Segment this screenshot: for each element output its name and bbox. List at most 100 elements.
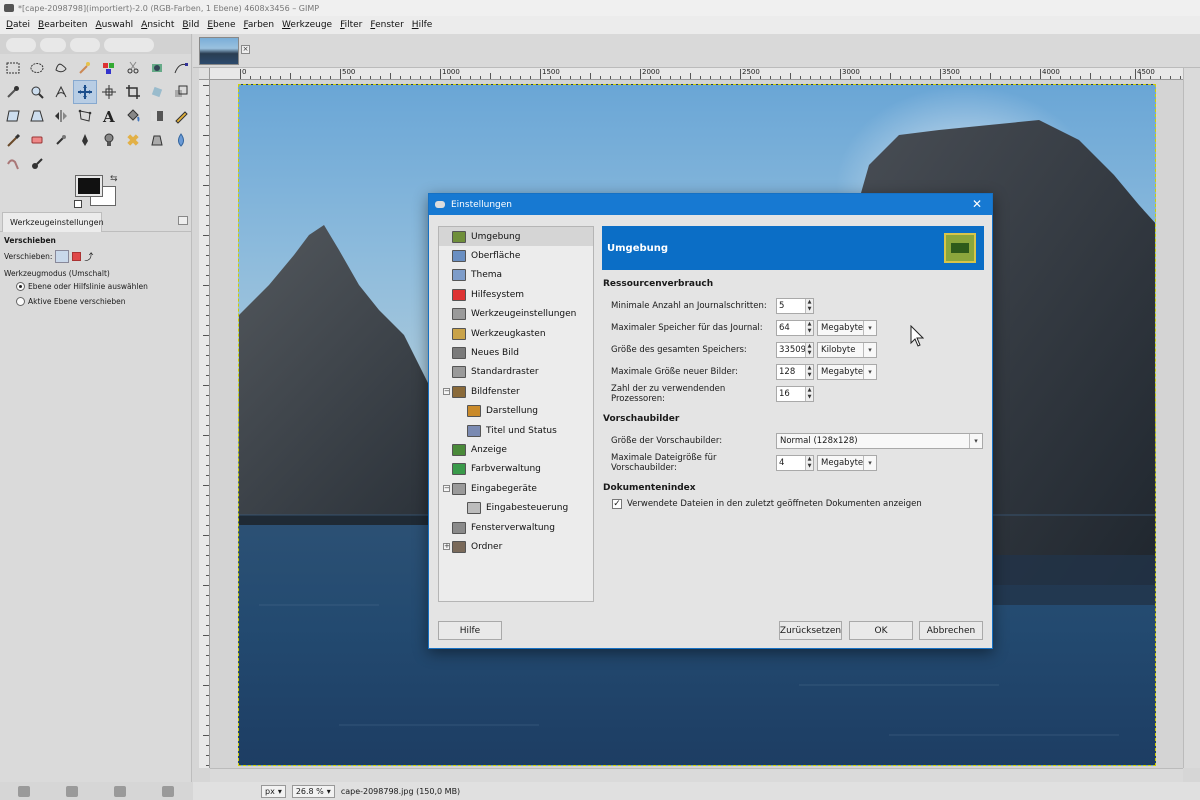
category-item[interactable]: Anzeige	[439, 440, 593, 459]
clone-icon[interactable]	[97, 128, 121, 152]
blur-icon[interactable]	[169, 128, 193, 152]
restore-options-icon[interactable]	[66, 785, 78, 797]
field-spinner[interactable]: 64 ▲ ▼	[776, 320, 814, 336]
menu-ansicht[interactable]: Ansicht	[137, 20, 178, 30]
reset-options-icon[interactable]	[162, 785, 174, 797]
menu-auswahl[interactable]: Auswahl	[92, 20, 138, 30]
category-item[interactable]: Eingabesteuerung	[439, 498, 593, 517]
help-button[interactable]: Hilfe	[438, 621, 502, 640]
spinner-arrows-icon[interactable]: ▲ ▼	[805, 365, 813, 379]
fuzzy-select-icon[interactable]	[73, 56, 97, 80]
color-picker-icon[interactable]	[1, 80, 25, 104]
rect-select-icon[interactable]	[1, 56, 25, 80]
preview-filesize-unit-select[interactable]: Megabyte ▾	[817, 455, 877, 471]
category-item[interactable]: − Eingabegeräte	[439, 479, 593, 498]
text-icon[interactable]: A	[97, 104, 121, 128]
reset-button[interactable]: Zurücksetzen	[779, 621, 842, 640]
field-spinner[interactable]: 5 ▲ ▼	[776, 298, 814, 314]
save-options-icon[interactable]	[18, 785, 30, 797]
flip-icon[interactable]	[49, 104, 73, 128]
expander-icon[interactable]: −	[443, 485, 450, 493]
tab-menu-icon[interactable]	[178, 216, 188, 225]
crop-icon[interactable]	[121, 80, 145, 104]
bucket-fill-icon[interactable]	[121, 104, 145, 128]
close-icon[interactable]: ✕	[972, 197, 982, 211]
category-item[interactable]: Farbverwaltung	[439, 460, 593, 479]
delete-options-icon[interactable]	[114, 785, 126, 797]
field-spinner[interactable]: 3350961.▲▼	[776, 342, 814, 358]
perspective-clone-icon[interactable]	[145, 128, 169, 152]
category-item[interactable]: Werkzeugeinstellungen	[439, 305, 593, 324]
spinner-arrows-icon[interactable]: ▲ ▼	[805, 321, 813, 335]
category-item[interactable]: Oberfläche	[439, 246, 593, 265]
horizontal-scrollbar[interactable]	[210, 768, 1183, 782]
category-item[interactable]: Werkzeugkasten	[439, 324, 593, 343]
category-item[interactable]: + Ordner	[439, 537, 593, 556]
unit-select[interactable]: Megabyte ▾	[817, 364, 877, 380]
tab-tool-options[interactable]: Werkzeugeinstellungen	[2, 212, 104, 232]
radio-pick-layer[interactable]	[16, 282, 25, 291]
select-by-color-icon[interactable]	[97, 56, 121, 80]
category-item[interactable]: Standardraster	[439, 363, 593, 382]
preview-filesize-spinner[interactable]: 4 ▲ ▼	[776, 455, 814, 471]
blend-icon[interactable]	[145, 104, 169, 128]
align-icon[interactable]	[97, 80, 121, 104]
horizontal-ruler[interactable]: 0 500 1000 1500 2000 2500 3000 3500 4000 4500	[210, 68, 1183, 80]
category-item[interactable]: Neues Bild	[439, 343, 593, 362]
category-item[interactable]: Darstellung	[439, 402, 593, 421]
free-select-icon[interactable]	[49, 56, 73, 80]
cage-icon[interactable]	[73, 104, 97, 128]
smudge-icon[interactable]	[1, 152, 25, 176]
move-layer-toggle[interactable]	[55, 250, 70, 263]
category-item[interactable]: Fensterverwaltung	[439, 518, 593, 537]
ruler-corner[interactable]	[199, 68, 210, 80]
unit-select[interactable]: Megabyte ▾	[817, 320, 877, 336]
category-item[interactable]: Thema	[439, 266, 593, 285]
category-item[interactable]: Hilfesystem	[439, 285, 593, 304]
vertical-scrollbar[interactable]	[1183, 68, 1200, 768]
menu-ebene[interactable]: Ebene	[203, 20, 239, 30]
ellipse-select-icon[interactable]	[25, 56, 49, 80]
scissors-icon[interactable]	[121, 56, 145, 80]
heal-icon[interactable]	[121, 128, 145, 152]
zoom-select[interactable]: 26.8 % ▾	[291, 784, 335, 798]
menu-fenster[interactable]: Fenster	[366, 20, 407, 30]
menu-bild[interactable]: Bild	[178, 20, 203, 30]
default-colors-icon[interactable]	[74, 200, 82, 208]
swap-colors-icon[interactable]: ⇆	[110, 174, 118, 184]
move-path-toggle[interactable]: ⤴	[84, 250, 93, 263]
dodge-burn-icon[interactable]	[25, 152, 49, 176]
shear-icon[interactable]	[1, 104, 25, 128]
unit-select[interactable]: Kilobyte ▾	[817, 342, 877, 358]
vertical-ruler[interactable]	[199, 80, 210, 768]
category-item[interactable]: − Bildfenster	[439, 382, 593, 401]
measure-icon[interactable]	[49, 80, 73, 104]
spinner-arrows-icon[interactable]: ▲ ▼	[805, 299, 813, 313]
spinner-arrows-icon[interactable]: ▲ ▼	[805, 387, 813, 401]
dialog-titlebar[interactable]: Einstellungen ✕	[429, 194, 992, 215]
image-tab-thumbnail[interactable]	[199, 37, 239, 65]
menu-hilfe[interactable]: Hilfe	[408, 20, 437, 30]
menu-farben[interactable]: Farben	[240, 20, 279, 30]
paintbrush-icon[interactable]	[1, 128, 25, 152]
menu-datei[interactable]: Datei	[2, 20, 34, 30]
airbrush-icon[interactable]	[49, 128, 73, 152]
move-icon[interactable]	[73, 80, 97, 104]
radio-move-active-layer[interactable]	[16, 297, 25, 306]
pencil-icon[interactable]	[169, 104, 193, 128]
paths-icon[interactable]	[169, 56, 193, 80]
close-icon[interactable]: ×	[241, 45, 250, 54]
spinner-arrows-icon[interactable]: ▲ ▼	[805, 456, 813, 470]
perspective-icon[interactable]	[25, 104, 49, 128]
menu-bearbeiten[interactable]: Bearbeiten	[34, 20, 91, 30]
foreground-select-icon[interactable]	[145, 56, 169, 80]
rotate-icon[interactable]	[145, 80, 169, 104]
field-spinner[interactable]: 128 ▲ ▼	[776, 364, 814, 380]
move-selection-toggle[interactable]	[72, 252, 82, 261]
cancel-button[interactable]: Abbrechen	[919, 621, 983, 640]
unit-select[interactable]: px ▾	[261, 784, 286, 798]
preview-size-select[interactable]: Normal (128x128) ▾	[776, 433, 983, 449]
category-item[interactable]: Titel und Status	[439, 421, 593, 440]
scale-icon[interactable]	[169, 80, 193, 104]
ink-icon[interactable]	[73, 128, 97, 152]
